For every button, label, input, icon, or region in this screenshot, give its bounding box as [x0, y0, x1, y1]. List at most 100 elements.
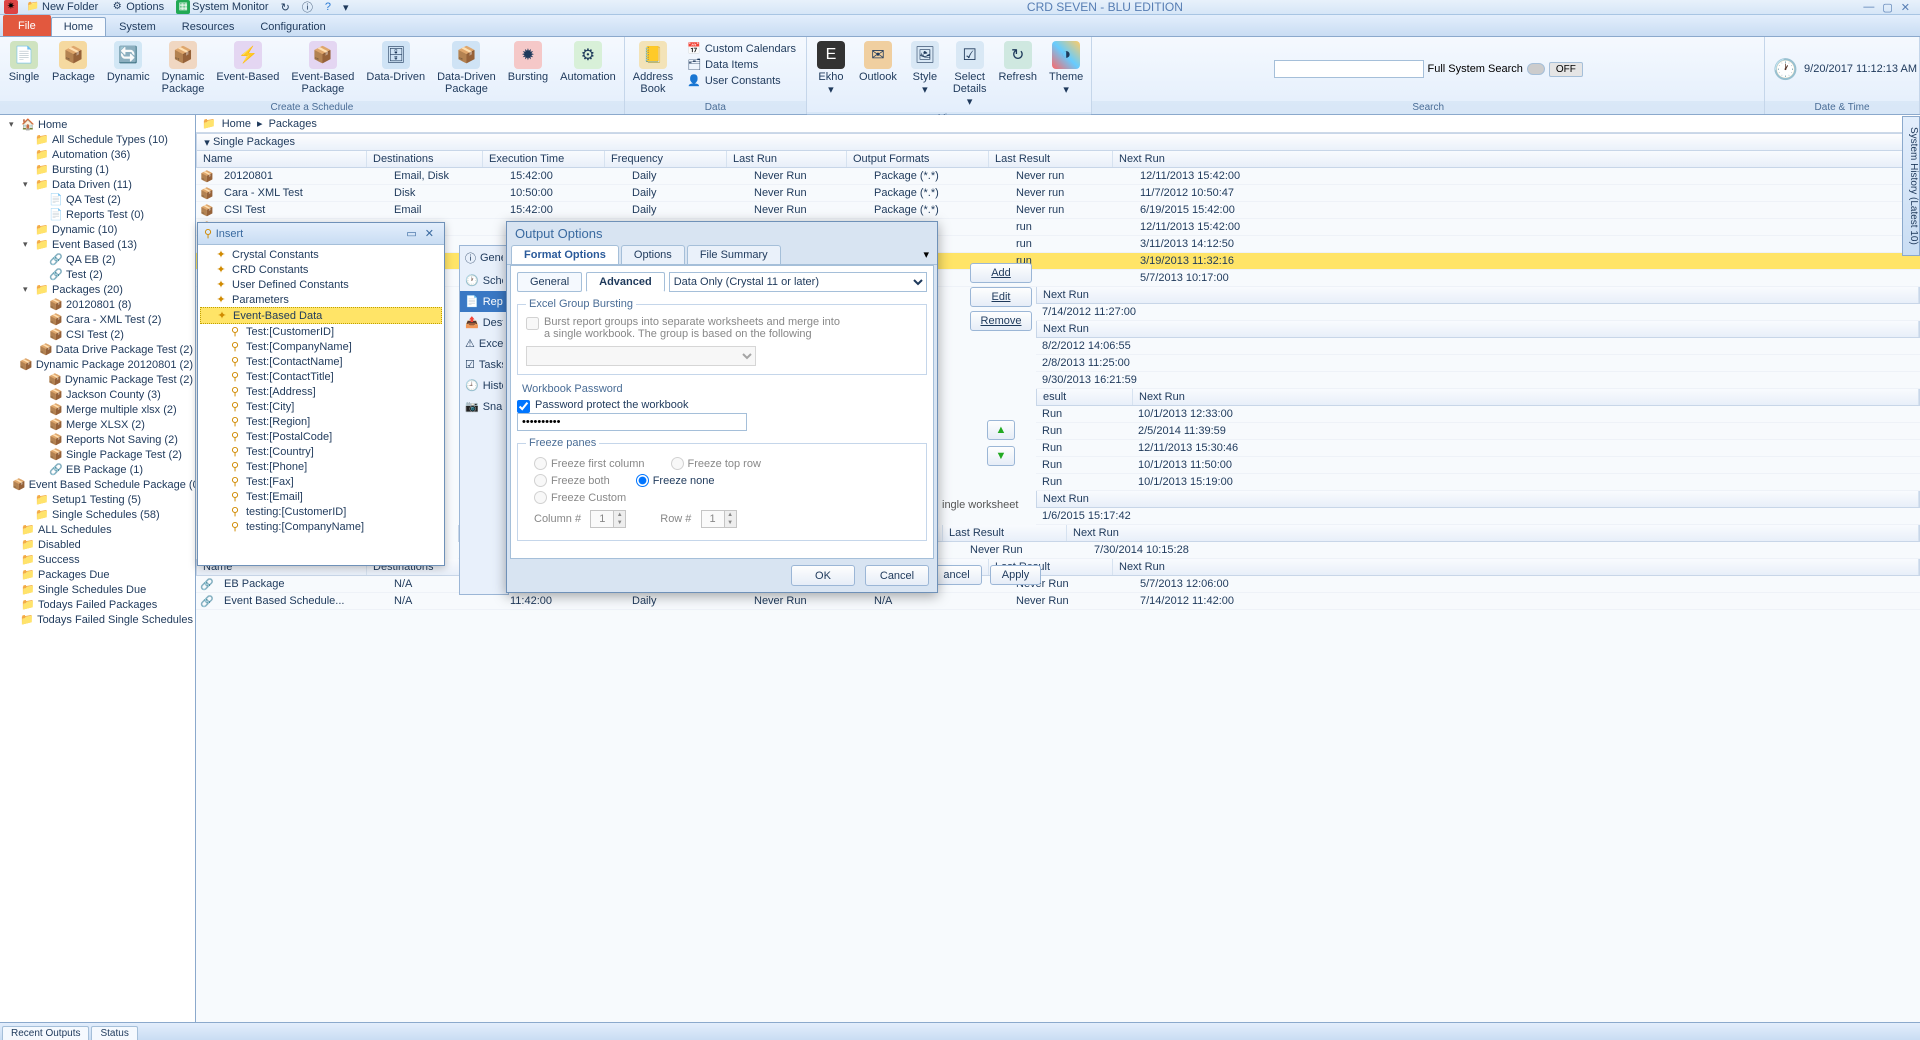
tree-node[interactable]: 📁All Schedule Types (10): [0, 132, 195, 147]
wizard-step[interactable]: 🕘History: [460, 375, 508, 396]
user-constants-button[interactable]: 👤User Constants: [683, 73, 800, 88]
tree-node[interactable]: 📦CSI Test (2): [0, 327, 195, 342]
tree-node[interactable]: ▾📁Packages (20): [0, 282, 195, 297]
insert-item[interactable]: ⚲Test:[ContactName]: [200, 354, 442, 369]
subtab-advanced[interactable]: Advanced: [586, 272, 665, 292]
insert-item[interactable]: ⚲testing:[CompanyName]: [200, 519, 442, 534]
automation-button[interactable]: ⚙Automation: [554, 39, 622, 85]
tree-node[interactable]: 📁Todays Failed Single Schedules: [0, 612, 195, 627]
tree-node[interactable]: 📁Disabled: [0, 537, 195, 552]
insert-item[interactable]: ⚲Test:[Region]: [200, 414, 442, 429]
column-header[interactable]: Execution Time: [483, 151, 605, 167]
tree-node[interactable]: 🔗QA EB (2): [0, 252, 195, 267]
address-book-button[interactable]: 📒Address Book: [627, 39, 679, 97]
tree-node[interactable]: 📦Dynamic Package Test (2): [0, 372, 195, 387]
tree-node[interactable]: 🔗EB Package (1): [0, 462, 195, 477]
insert-item[interactable]: ⚲Test:[Phone]: [200, 459, 442, 474]
outlook-button[interactable]: ✉Outlook: [853, 39, 903, 85]
tree-node[interactable]: 📦Event Based Schedule Package (0): [0, 477, 195, 492]
remove-button[interactable]: Remove: [970, 311, 1032, 331]
burst-checkbox[interactable]: [526, 317, 539, 330]
table-row[interactable]: Run10/1/2013 12:33:00: [1036, 406, 1920, 423]
table-row[interactable]: 9/30/2013 16:21:59: [1036, 372, 1920, 389]
package-button[interactable]: 📦Package: [46, 39, 101, 85]
insert-item[interactable]: ✦CRD Constants: [200, 262, 442, 277]
tab-format-options[interactable]: Format Options: [511, 245, 619, 264]
ok-button[interactable]: OK: [791, 565, 855, 586]
tab-system[interactable]: System: [106, 17, 169, 36]
table-row[interactable]: 📦run3/11/2013 14:12:50: [196, 236, 1920, 253]
insert-item[interactable]: ✦Event-Based Data: [200, 307, 442, 324]
wizard-cancel-button[interactable]: ancel: [931, 565, 982, 585]
insert-item[interactable]: ⚲Test:[CustomerID]: [200, 324, 442, 339]
wizard-step[interactable]: ⓘGenera: [460, 246, 508, 270]
row-spinner[interactable]: ▲▼: [701, 510, 737, 528]
style-button[interactable]: 🖼Style▾: [903, 39, 947, 98]
insert-item[interactable]: ⚲Test:[Email]: [200, 489, 442, 504]
maximize-button[interactable]: ▢: [1882, 1, 1892, 14]
folder-tree[interactable]: ▾🏠Home📁All Schedule Types (10)📁Automatio…: [0, 115, 196, 1022]
insert-item[interactable]: ⚲Test:[City]: [200, 399, 442, 414]
tree-node[interactable]: 📁Packages Due: [0, 567, 195, 582]
search-toggle-off[interactable]: OFF: [1549, 62, 1583, 77]
insert-item[interactable]: ⚲Test:[Address]: [200, 384, 442, 399]
tree-node[interactable]: 📁Success: [0, 552, 195, 567]
tab-options[interactable]: Options: [621, 245, 685, 264]
table-row[interactable]: Run12/11/2013 15:30:46: [1036, 440, 1920, 457]
tree-node[interactable]: 📁Dynamic (10): [0, 222, 195, 237]
cancel-button[interactable]: Cancel: [865, 565, 929, 586]
tree-node[interactable]: 📁Todays Failed Packages: [0, 597, 195, 612]
table-row[interactable]: 2/8/2013 11:25:00: [1036, 355, 1920, 372]
data-driven-package-button[interactable]: 📦Data-Driven Package: [431, 39, 502, 97]
table-row[interactable]: 📦CSI TestEmail15:42:00DailyNever RunPack…: [196, 202, 1920, 219]
tree-node[interactable]: 📦Reports Not Saving (2): [0, 432, 195, 447]
tree-node[interactable]: 🔗Test (2): [0, 267, 195, 282]
tree-node[interactable]: 📁Single Schedules Due: [0, 582, 195, 597]
insert-item[interactable]: ⚲Test:[CompanyName]: [200, 339, 442, 354]
insert-item[interactable]: ✦Parameters: [200, 292, 442, 307]
data-only-select[interactable]: Data Only (Crystal 11 or later): [669, 272, 927, 292]
column-header[interactable]: Last Result: [943, 525, 1067, 541]
tree-node[interactable]: ▾📁Data Driven (11): [0, 177, 195, 192]
password-input[interactable]: [517, 413, 747, 431]
ekho-button[interactable]: EEkho▾: [809, 39, 853, 98]
qat-more[interactable]: ▾: [339, 1, 353, 14]
event-based-package-button[interactable]: 📦Event-Based Package: [285, 39, 360, 97]
recent-outputs-tab[interactable]: Recent Outputs: [2, 1026, 89, 1040]
col-spinner[interactable]: ▲▼: [590, 510, 626, 528]
column-header[interactable]: Name: [197, 151, 367, 167]
grid-group-header[interactable]: ▾Single Packages: [196, 133, 1920, 151]
tab-file-summary[interactable]: File Summary: [687, 245, 781, 264]
qat-icon-2[interactable]: ⓘ: [298, 0, 317, 15]
wizard-step[interactable]: ☑Tasks: [460, 354, 508, 375]
add-button[interactable]: Add: [970, 263, 1032, 283]
column-header[interactable]: Last Run: [727, 151, 847, 167]
system-history-tab[interactable]: System History (Latest 10): [1902, 116, 1920, 256]
tree-node[interactable]: 📁Automation (36): [0, 147, 195, 162]
event-based-button[interactable]: ⚡Event-Based: [210, 39, 285, 85]
tree-node[interactable]: 📦Data Drive Package Test (2): [0, 342, 195, 357]
freeze-custom-radio[interactable]: [534, 491, 547, 504]
options-button[interactable]: ⚙Options: [106, 0, 168, 14]
tree-node[interactable]: 📁Setup1 Testing (5): [0, 492, 195, 507]
move-down-button[interactable]: ▼: [987, 446, 1015, 466]
bursting-button[interactable]: ✹Bursting: [502, 39, 554, 85]
column-header[interactable]: Last Result: [989, 151, 1113, 167]
tree-node[interactable]: 📦Single Package Test (2): [0, 447, 195, 462]
theme-button[interactable]: ◑Theme▾: [1043, 39, 1089, 98]
column-header[interactable]: esult: [1037, 389, 1133, 405]
column-header[interactable]: Next Run: [1113, 559, 1919, 575]
column-header[interactable]: Next Run: [1067, 525, 1919, 541]
tab-home[interactable]: Home: [51, 17, 106, 36]
data-items-button[interactable]: 🗂Data Items: [683, 57, 800, 72]
wizard-step[interactable]: 📤Destin: [460, 312, 508, 333]
tab-resources[interactable]: Resources: [169, 17, 248, 36]
tab-dropdown-icon[interactable]: ▾: [915, 245, 937, 264]
tree-node[interactable]: 📁Single Schedules (58): [0, 507, 195, 522]
insert-close-icon[interactable]: ✕: [421, 227, 438, 240]
move-up-button[interactable]: ▲: [987, 420, 1015, 440]
table-row[interactable]: 🔗EB PackageN/A12:06:00 PMDailyNever RunN…: [196, 576, 1920, 593]
search-input[interactable]: [1274, 60, 1424, 78]
insert-item[interactable]: ⚲Test:[Country]: [200, 444, 442, 459]
column-header[interactable]: Frequency: [605, 151, 727, 167]
